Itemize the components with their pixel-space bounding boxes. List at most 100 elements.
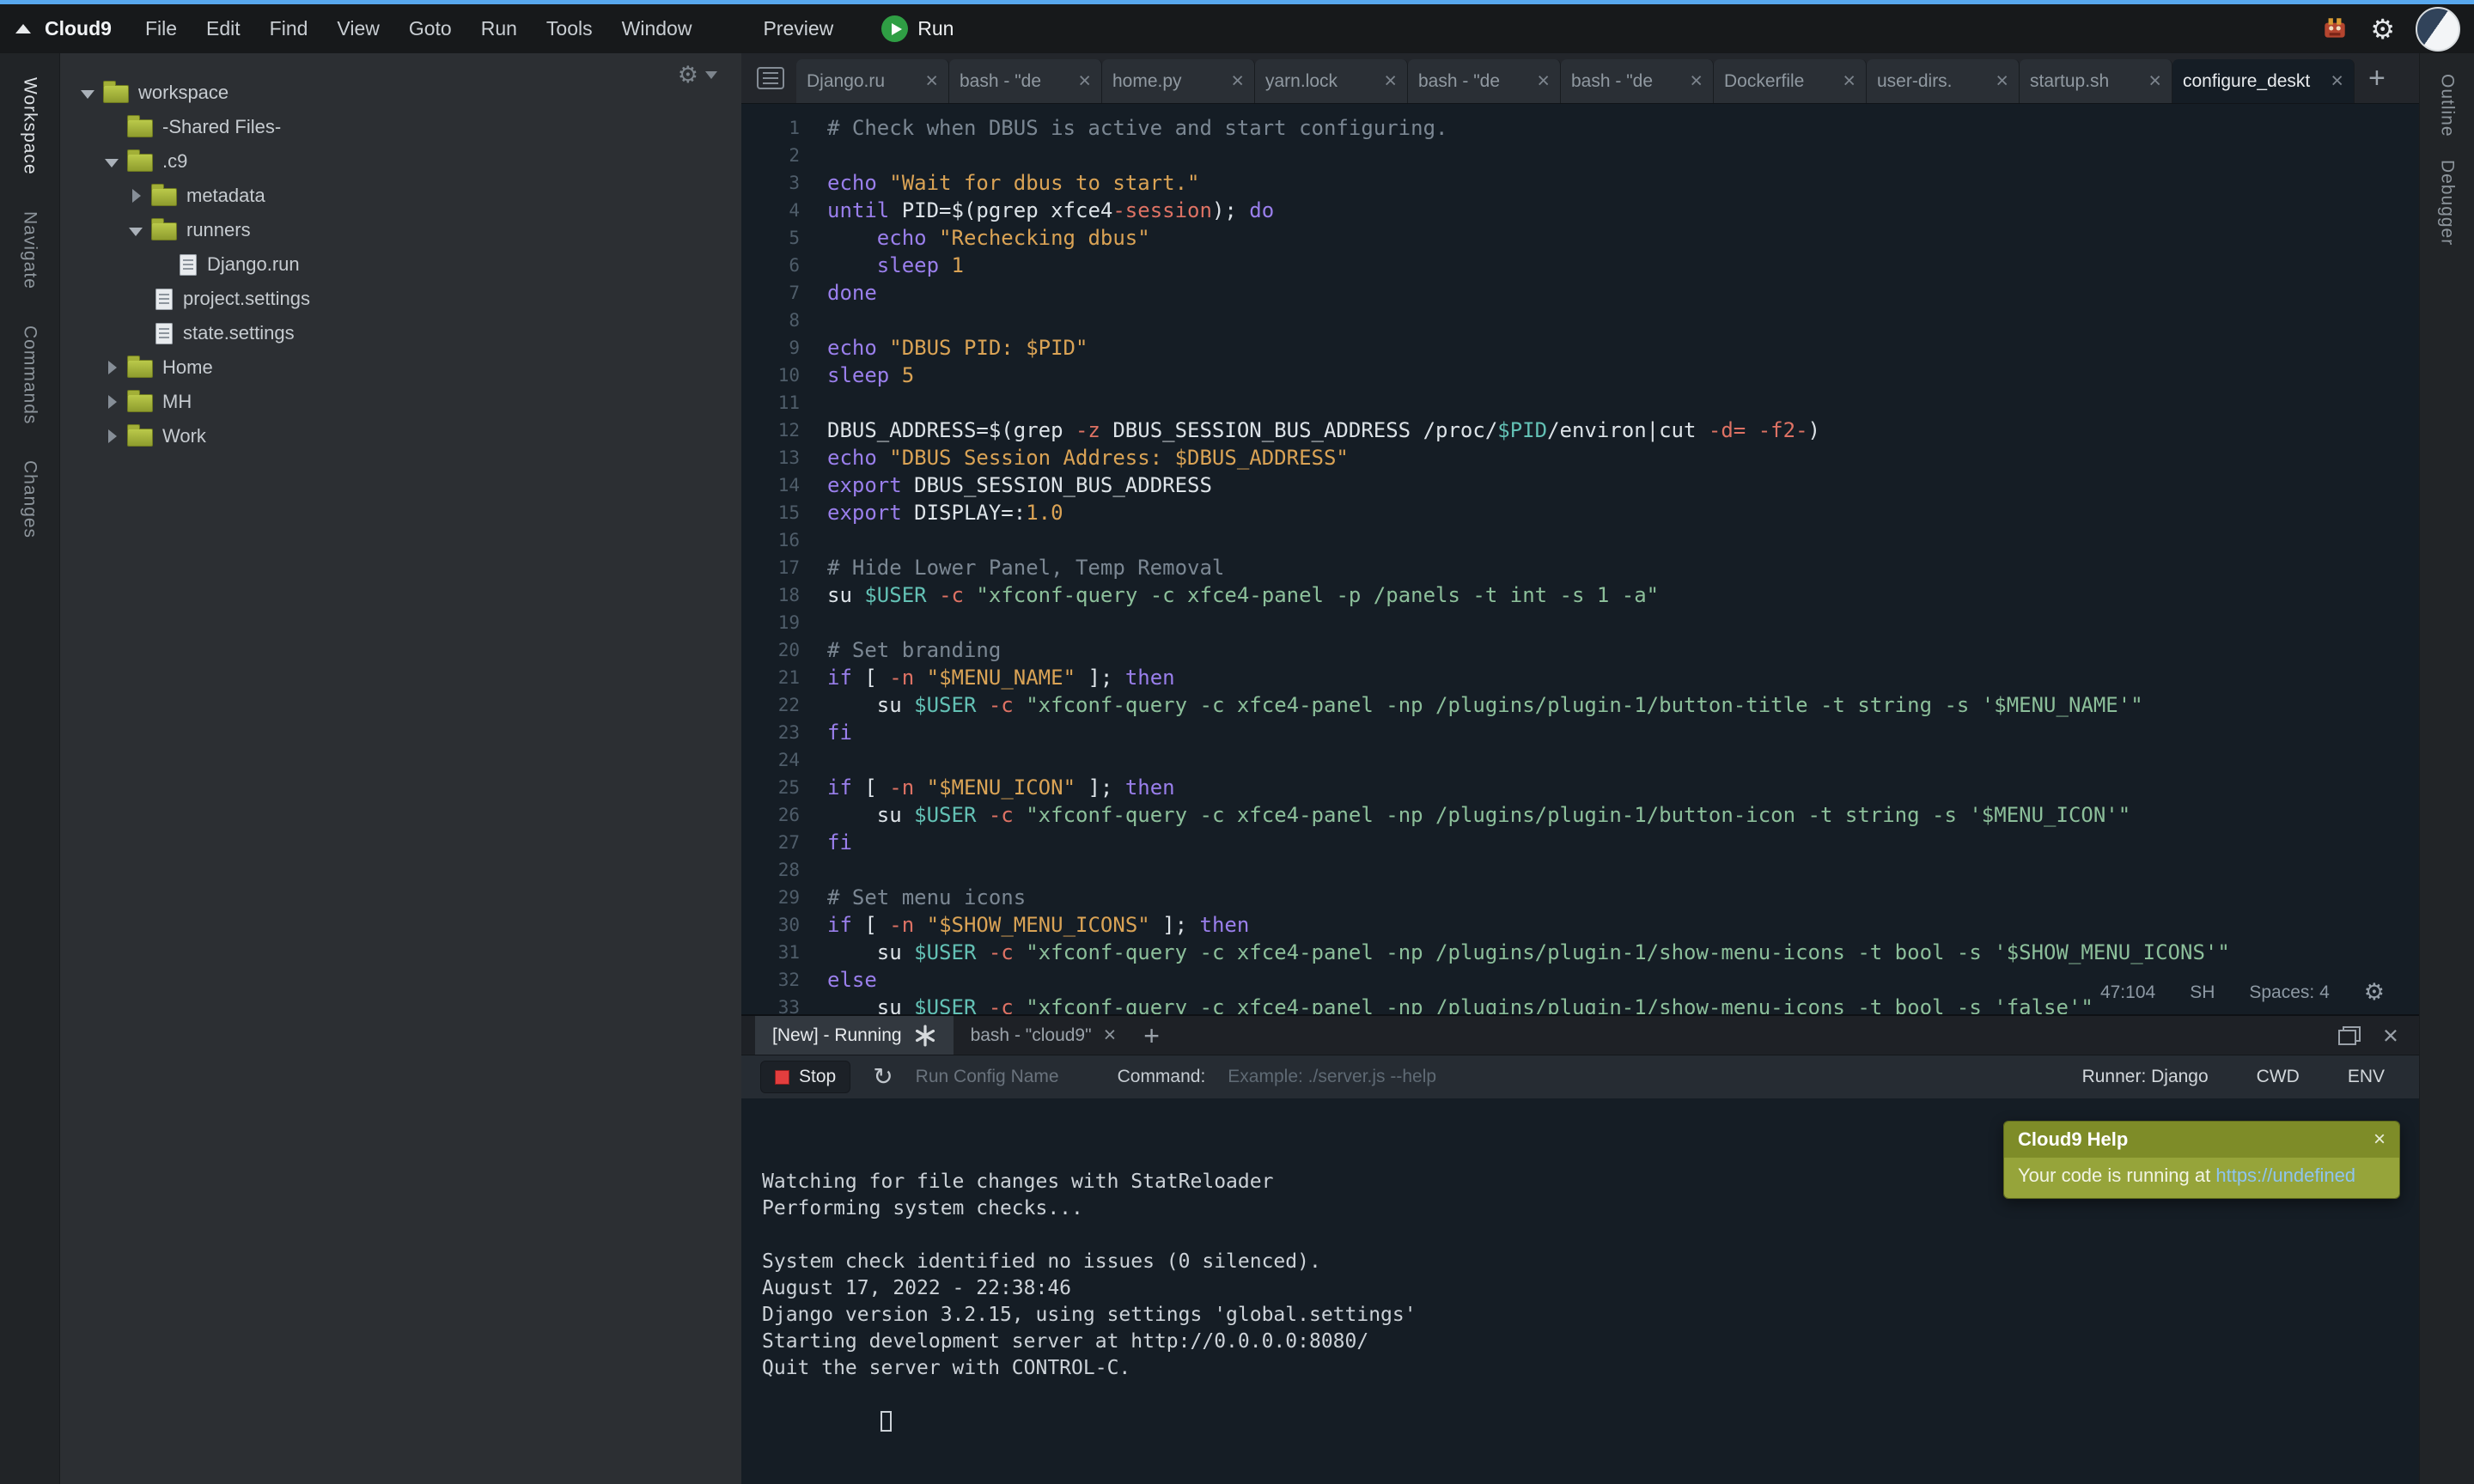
arrow-right-icon[interactable] — [127, 179, 148, 213]
arrow-right-icon[interactable] — [103, 385, 124, 419]
code-line[interactable]: 12DBUS_ADDRESS=$(grep -z DBUS_SESSION_BU… — [741, 417, 2419, 444]
code-line[interactable]: 30if [ -n "$SHOW_MENU_ICONS" ]; then — [741, 911, 2419, 939]
stop-button[interactable]: Stop — [760, 1061, 850, 1093]
rail-tab-workspace[interactable]: Workspace — [20, 77, 40, 175]
editor-tab-yarn-lock[interactable]: yarn.lock× — [1255, 59, 1408, 103]
code-line[interactable]: 1# Check when DBUS is active and start c… — [741, 114, 2419, 142]
code-line[interactable]: 21if [ -n "$MENU_NAME" ]; then — [741, 664, 2419, 691]
spaces-setting[interactable]: Spaces: 4 — [2249, 982, 2329, 1003]
editor-tab-startup-sh[interactable]: startup.sh× — [2020, 59, 2172, 103]
code-line[interactable]: 17# Hide Lower Panel, Temp Removal — [741, 554, 2419, 581]
arrow-right-icon[interactable] — [103, 419, 124, 453]
code-line[interactable]: 27fi — [741, 829, 2419, 856]
tree-item-shared-files[interactable]: -Shared Files- — [60, 110, 741, 144]
code-line[interactable]: 14export DBUS_SESSION_BUS_ADDRESS — [741, 471, 2419, 499]
code-line[interactable]: 10sleep 5 — [741, 362, 2419, 389]
code-line[interactable]: 6 sleep 1 — [741, 252, 2419, 279]
menu-view[interactable]: View — [322, 10, 393, 47]
arrow-down-icon[interactable] — [79, 76, 100, 110]
code-line[interactable]: 22 su $USER -c "xfconf-query -c xfce4-pa… — [741, 691, 2419, 719]
console-new-tab-button[interactable]: + — [1143, 1022, 1160, 1049]
code-line[interactable]: 2 — [741, 142, 2419, 169]
rail-tab-changes[interactable]: Changes — [20, 460, 40, 538]
close-icon[interactable]: × — [1104, 1025, 1117, 1046]
code-line[interactable]: 25if [ -n "$MENU_ICON" ]; then — [741, 774, 2419, 801]
preview-button[interactable]: Preview — [763, 17, 833, 40]
arrow-right-icon[interactable] — [103, 350, 124, 385]
close-icon[interactable]: × — [1231, 70, 1244, 92]
code-line[interactable]: 5 echo "Rechecking dbus" — [741, 224, 2419, 252]
editor-tab-dockerfile[interactable]: Dockerfile× — [1714, 59, 1867, 103]
code-line[interactable]: 3echo "Wait for dbus to start." — [741, 169, 2419, 197]
code-line[interactable]: 13echo "DBUS Session Address: $DBUS_ADDR… — [741, 444, 2419, 471]
tree-item-workspace[interactable]: workspace — [60, 76, 741, 110]
close-icon[interactable]: × — [1690, 70, 1703, 92]
menu-goto[interactable]: Goto — [394, 10, 466, 47]
code-line[interactable]: 18su $USER -c "xfconf-query -c xfce4-pan… — [741, 581, 2419, 609]
code-line[interactable]: 7done — [741, 279, 2419, 307]
restart-icon[interactable]: ↻ — [873, 1065, 893, 1089]
notification-link[interactable]: https://undefined — [2215, 1165, 2355, 1186]
code-line[interactable]: 4until PID=$(pgrep xfce4-session); do — [741, 197, 2419, 224]
rail-tab-debugger[interactable]: Debugger — [2437, 160, 2458, 246]
close-icon[interactable]: × — [1384, 70, 1397, 92]
tree-item-runners[interactable]: runners — [60, 213, 741, 247]
command-input[interactable]: Example: ./server.js --help — [1228, 1067, 1436, 1087]
run-config-name[interactable]: Run Config Name — [916, 1067, 1059, 1087]
syntax-mode[interactable]: SH — [2190, 982, 2215, 1003]
menu-edit[interactable]: Edit — [192, 10, 255, 47]
rail-tab-outline[interactable]: Outline — [2437, 74, 2458, 137]
tree-item-c9[interactable]: .c9 — [60, 144, 741, 179]
notification-close-icon[interactable]: × — [2373, 1129, 2386, 1150]
maximize-icon[interactable] — [2338, 1026, 2361, 1045]
menu-tools[interactable]: Tools — [532, 10, 607, 47]
tab-list-icon[interactable] — [757, 67, 784, 89]
code-line[interactable]: 26 su $USER -c "xfconf-query -c xfce4-pa… — [741, 801, 2419, 829]
cwd-button[interactable]: CWD — [2257, 1067, 2300, 1087]
code-line[interactable]: 19 — [741, 609, 2419, 636]
editor-tab-bash-de[interactable]: bash - "de× — [1561, 59, 1714, 103]
rail-tab-commands[interactable]: Commands — [20, 325, 40, 424]
editor-tab-bash-de[interactable]: bash - "de× — [1408, 59, 1561, 103]
code-line[interactable]: 20# Set branding — [741, 636, 2419, 664]
close-icon[interactable]: × — [925, 70, 938, 92]
console-close-icon[interactable]: × — [2383, 1022, 2398, 1049]
menu-run[interactable]: Run — [466, 10, 532, 47]
code-line[interactable]: 8 — [741, 307, 2419, 334]
console-tab-new-running[interactable]: [New] - Running — [755, 1016, 954, 1055]
arrow-down-icon[interactable] — [103, 144, 124, 179]
code-line[interactable]: 24 — [741, 746, 2419, 774]
tree-item-mh[interactable]: MH — [60, 385, 741, 419]
menu-find[interactable]: Find — [255, 10, 323, 47]
code-line[interactable]: 29# Set menu icons — [741, 884, 2419, 911]
editor-tab-bash-de[interactable]: bash - "de× — [949, 59, 1102, 103]
code-line[interactable]: 23fi — [741, 719, 2419, 746]
editor-tab-django-ru[interactable]: Django.ru× — [796, 59, 949, 103]
env-button[interactable]: ENV — [2348, 1067, 2385, 1087]
run-button[interactable]: Run — [881, 15, 954, 42]
close-icon[interactable]: × — [1537, 70, 1550, 92]
editor-tab-user-dirs[interactable]: user-dirs.× — [1867, 59, 2020, 103]
caret-up-icon[interactable] — [15, 24, 31, 33]
close-icon[interactable]: × — [2148, 70, 2161, 92]
avatar[interactable] — [2416, 7, 2460, 52]
settings-gear-icon[interactable]: ⚙ — [2370, 15, 2395, 43]
new-tab-button[interactable]: + — [2368, 64, 2386, 93]
tree-item-home[interactable]: Home — [60, 350, 741, 385]
code-line[interactable]: 28 — [741, 856, 2419, 884]
tree-item-metadata[interactable]: metadata — [60, 179, 741, 213]
menu-file[interactable]: File — [131, 10, 192, 47]
tree-item-state-settings[interactable]: state.settings — [60, 316, 741, 350]
editor-tab-configure-deskt[interactable]: configure_deskt× — [2172, 59, 2355, 103]
mascot-icon[interactable] — [2320, 15, 2349, 44]
editor-settings-gear-icon[interactable]: ⚙ — [2364, 981, 2385, 1004]
console-tab-bash-cloud9[interactable]: bash - "cloud9"× — [954, 1016, 1134, 1055]
close-icon[interactable]: × — [1996, 70, 2008, 92]
code-line[interactable]: 9echo "DBUS PID: $PID" — [741, 334, 2419, 362]
runner-selector[interactable]: Runner: Django — [2082, 1067, 2209, 1087]
code-line[interactable]: 11 — [741, 389, 2419, 417]
tree-item-work[interactable]: Work — [60, 419, 741, 453]
tree-item-project-settings[interactable]: project.settings — [60, 282, 741, 316]
tree-settings-button[interactable]: ⚙ — [678, 64, 717, 87]
code-line[interactable]: 15export DISPLAY=:1.0 — [741, 499, 2419, 526]
